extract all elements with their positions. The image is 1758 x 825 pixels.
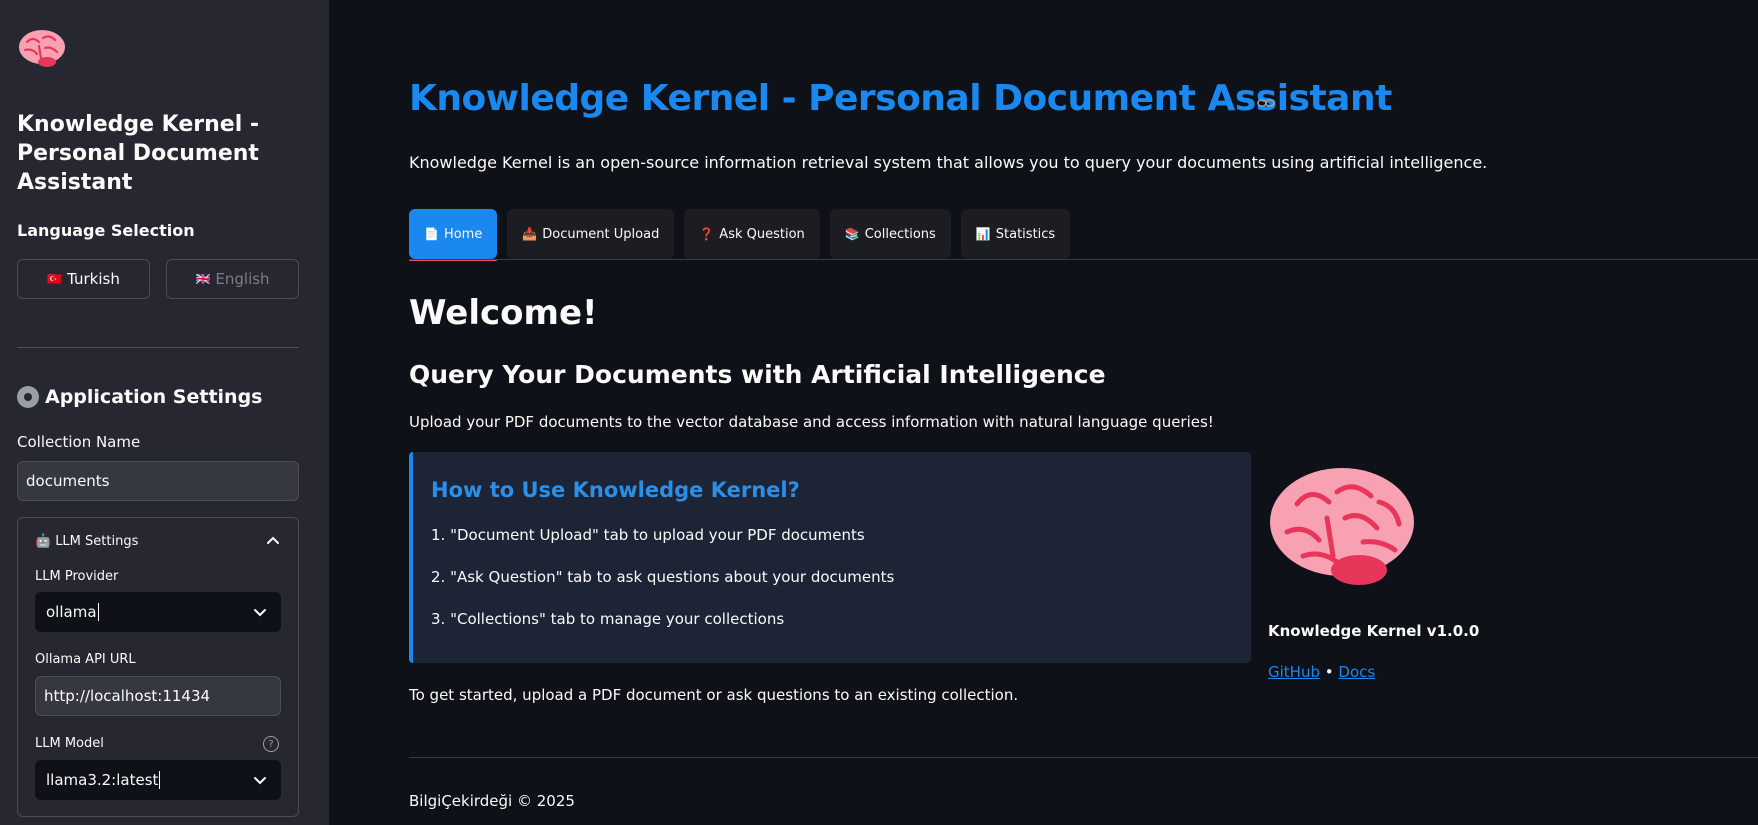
turkey-flag-icon: 🇹🇷 (47, 272, 62, 286)
subheading: Query Your Documents with Artificial Int… (409, 360, 1106, 389)
main-content: Knowledge Kernel - Personal Document Ass… (329, 0, 1758, 825)
llm-model-label: LLM Model (35, 736, 104, 751)
docs-link[interactable]: Docs (1338, 663, 1375, 681)
how-to-box: How to Use Knowledge Kernel? 1. "Documen… (409, 452, 1251, 663)
ollama-api-url-input[interactable]: http://localhost:11434 (35, 676, 281, 716)
tab-label: Home (443, 226, 483, 242)
sidebar: Knowledge Kernel - Personal Document Ass… (0, 0, 329, 825)
gear-icon (17, 386, 39, 408)
github-link[interactable]: GitHub (1268, 663, 1320, 681)
tab-collections[interactable]: 📚 Collections (829, 209, 951, 259)
how-to-step: 3. "Collections" tab to manage your coll… (431, 610, 785, 628)
llm-settings-expander: 🤖 LLM Settings LLM Provider ollama Ollam… (17, 517, 299, 817)
robot-icon: 🤖 (35, 534, 52, 549)
english-label: English (215, 270, 270, 288)
text-cursor (159, 771, 161, 789)
get-started-text: To get started, upload a PDF document or… (409, 686, 1019, 704)
chevron-down-icon (254, 609, 266, 617)
tab-bar: 📄 Home 📥 Document Upload ❓ Ask Question … (409, 209, 1071, 261)
collection-name-input[interactable]: documents (17, 461, 299, 501)
question-icon: ❓ (699, 227, 715, 241)
books-icon: 📚 (844, 227, 860, 241)
llm-provider-label: LLM Provider (35, 569, 119, 584)
tab-home[interactable]: 📄 Home (409, 209, 498, 261)
llm-provider-value: ollama (46, 603, 97, 621)
intro-text: Knowledge Kernel is an open-source infor… (409, 153, 1488, 172)
ollama-api-url-label: Ollama API URL (35, 652, 136, 667)
turkish-label: Turkish (67, 270, 120, 288)
sidebar-title: Knowledge Kernel - Personal Document Ass… (17, 112, 260, 195)
llm-model-value: llama3.2:latest (46, 771, 159, 789)
text-cursor (97, 603, 99, 621)
tab-label: Ask Question (719, 226, 805, 242)
tab-label: Collections (864, 226, 936, 242)
llm-settings-header[interactable]: 🤖 LLM Settings (35, 534, 138, 549)
inbox-icon: 📥 (522, 227, 538, 241)
links-row: GitHub • Docs (1268, 663, 1375, 681)
tab-document-upload[interactable]: 📥 Document Upload (507, 209, 675, 259)
document-icon: 📄 (424, 227, 439, 241)
chevron-down-icon (254, 777, 266, 785)
chevron-up-icon[interactable] (266, 534, 280, 548)
tab-statistics[interactable]: 📊 Statistics (960, 209, 1071, 259)
page-title: Knowledge Kernel - Personal Document Ass… (409, 78, 1392, 119)
description-text: Upload your PDF documents to the vector … (409, 413, 1214, 431)
welcome-heading: Welcome! (409, 293, 598, 333)
bar-chart-icon: 📊 (975, 227, 991, 241)
tab-divider (409, 259, 1758, 260)
how-to-step: 1. "Document Upload" tab to upload your … (431, 526, 865, 544)
collection-name-label: Collection Name (17, 433, 141, 451)
footer-text: BilgiÇekirdeği © 2025 (409, 792, 575, 810)
version-label: Knowledge Kernel v1.0.0 (1268, 622, 1480, 640)
llm-settings-label: LLM Settings (55, 534, 139, 549)
footer-divider (409, 757, 1758, 758)
how-to-title: How to Use Knowledge Kernel? (431, 478, 800, 502)
language-selection-label: Language Selection (17, 221, 195, 240)
sidebar-divider (17, 347, 299, 348)
uk-flag-icon: 🇬🇧 (195, 272, 210, 286)
application-settings-label: Application Settings (45, 386, 263, 408)
application-settings-heading: Application Settings (17, 386, 263, 408)
brain-icon (19, 30, 65, 67)
link-separator: • (1324, 663, 1334, 681)
help-icon[interactable]: ? (263, 736, 279, 752)
english-language-button[interactable]: 🇬🇧 English (166, 259, 299, 299)
tab-label: Statistics (995, 226, 1056, 242)
tab-ask-question[interactable]: ❓ Ask Question (684, 209, 820, 259)
llm-model-select[interactable]: llama3.2:latest (35, 760, 281, 800)
tab-label: Document Upload (542, 226, 660, 242)
turkish-language-button[interactable]: 🇹🇷 Turkish (17, 259, 150, 299)
brain-icon (1270, 468, 1414, 585)
how-to-step: 2. "Ask Question" tab to ask questions a… (431, 568, 895, 586)
anchor-link-icon[interactable] (1257, 97, 1275, 109)
llm-provider-select[interactable]: ollama (35, 592, 281, 632)
